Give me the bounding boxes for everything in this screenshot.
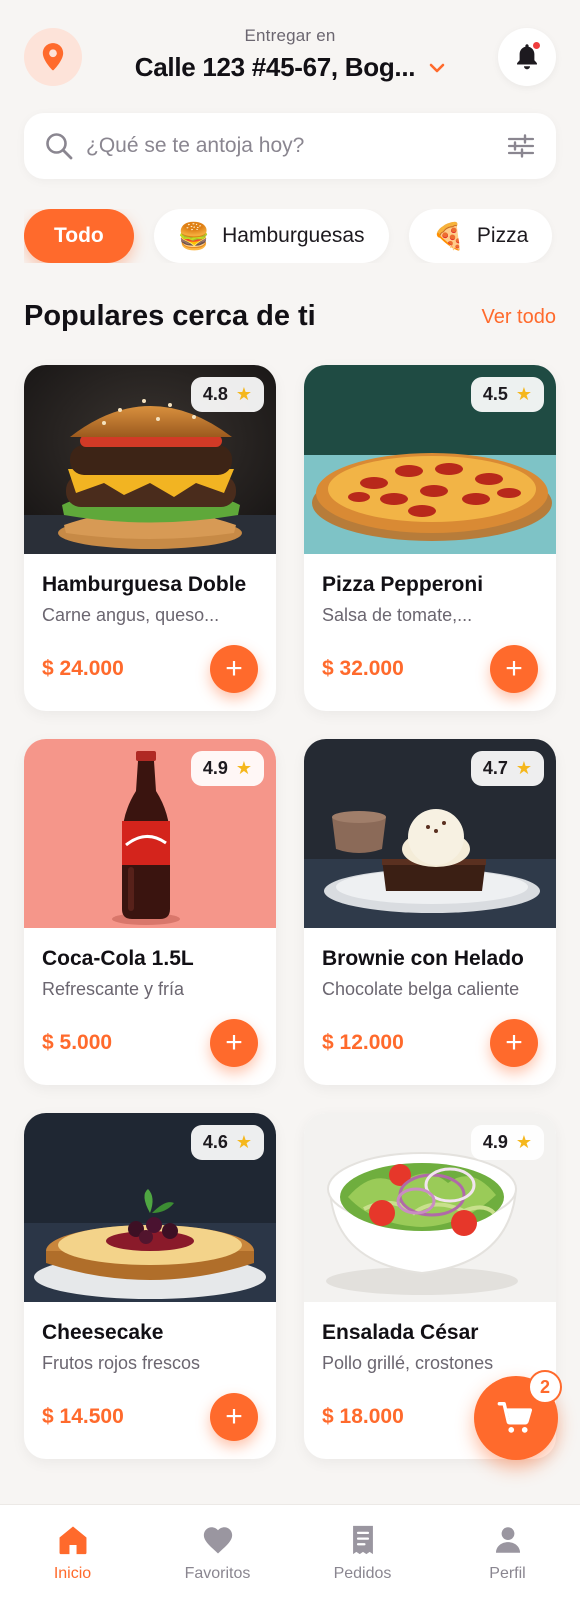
rating-badge: 4.5 ★ bbox=[470, 377, 544, 412]
add-to-cart-button[interactable]: + bbox=[210, 1019, 258, 1067]
nav-label: Pedidos bbox=[333, 1564, 392, 1582]
filter-sliders-icon[interactable] bbox=[506, 131, 536, 161]
star-icon: ★ bbox=[235, 384, 252, 404]
rating-badge: 4.9 ★ bbox=[470, 1125, 544, 1160]
deliver-label: Entregar en bbox=[244, 26, 336, 45]
cart-count-badge: 2 bbox=[528, 1370, 562, 1404]
star-icon: ★ bbox=[235, 1132, 252, 1152]
product-price: $ 32.000 bbox=[322, 657, 404, 680]
product-price: $ 5.000 bbox=[42, 1031, 113, 1054]
nav-item-favoritos[interactable]: Favoritos bbox=[163, 1523, 273, 1583]
product-description: Salsa de tomate,... bbox=[322, 605, 473, 625]
product-card[interactable]: 4.8 ★ Hamburguesa Doble Carne angus, que… bbox=[24, 365, 276, 711]
add-to-cart-button[interactable]: + bbox=[210, 1393, 258, 1441]
nav-label: Inicio bbox=[53, 1564, 92, 1582]
product-card[interactable]: 4.6 ★ Cheesecake Frutos rojos frescos $ … bbox=[24, 1113, 276, 1459]
product-price: $ 18.000 bbox=[322, 1405, 404, 1428]
notifications-button[interactable] bbox=[498, 28, 556, 86]
category-chip-pizza[interactable]: 🍕 Pizza bbox=[408, 209, 553, 263]
rating-value: 4.8 bbox=[202, 384, 228, 404]
star-icon: ★ bbox=[515, 1132, 532, 1152]
category-label: Todo bbox=[54, 224, 104, 247]
product-image-salad: 4.9 ★ bbox=[304, 1113, 556, 1302]
add-to-cart-button[interactable]: + bbox=[490, 645, 538, 693]
nav-item-inicio[interactable]: Inicio bbox=[18, 1523, 128, 1583]
product-price: $ 14.500 bbox=[42, 1405, 124, 1428]
product-image-burger: 4.8 ★ bbox=[24, 365, 276, 554]
receipt-icon bbox=[352, 1525, 373, 1554]
rating-value: 4.6 bbox=[202, 1132, 228, 1152]
person-icon bbox=[495, 1526, 520, 1553]
pizza-icon: 🍕 bbox=[432, 220, 465, 251]
see-all-link[interactable]: Ver todo bbox=[481, 306, 556, 329]
home-icon bbox=[59, 1526, 86, 1554]
nav-item-pedidos[interactable]: Pedidos bbox=[308, 1523, 418, 1583]
burger-icon: 🍔 bbox=[177, 220, 211, 251]
category-chips: Todo 🍔 Hamburguesas 🍕 Pizza bbox=[24, 209, 580, 263]
add-to-cart-button[interactable]: + bbox=[490, 1019, 538, 1067]
product-name: Ensalada César bbox=[322, 1321, 479, 1344]
add-to-cart-button[interactable]: + bbox=[210, 645, 258, 693]
product-grid: 4.8 ★ Hamburguesa Doble Carne angus, que… bbox=[24, 365, 556, 1459]
cart-icon bbox=[497, 1402, 532, 1433]
category-label: Hamburguesas bbox=[222, 224, 365, 247]
nav-label: Favoritos bbox=[184, 1564, 251, 1582]
star-icon: ★ bbox=[515, 758, 532, 778]
notification-dot bbox=[532, 41, 541, 50]
product-name: Brownie con Helado bbox=[322, 947, 524, 970]
product-name: Coca-Cola 1.5L bbox=[42, 947, 194, 970]
heart-icon bbox=[203, 1526, 232, 1553]
product-description: Pollo grillé, crostones bbox=[322, 1353, 494, 1373]
product-description: Refrescante y fría bbox=[42, 979, 185, 999]
location-pin-icon bbox=[42, 43, 64, 71]
rating-value: 4.7 bbox=[482, 758, 508, 778]
rating-badge: 4.8 ★ bbox=[190, 377, 264, 412]
product-price: $ 12.000 bbox=[322, 1031, 404, 1054]
nav-item-perfil[interactable]: Perfil bbox=[453, 1523, 563, 1583]
product-image-pizza: 4.5 ★ bbox=[304, 365, 556, 554]
product-image-cola: 4.9 ★ bbox=[24, 739, 276, 928]
rating-value: 4.9 bbox=[202, 758, 228, 778]
product-description: Carne angus, queso... bbox=[42, 605, 220, 625]
rating-value: 4.9 bbox=[482, 1132, 508, 1152]
category-chip-todo[interactable]: Todo bbox=[24, 209, 134, 263]
delivery-address: Calle 123 #45-67, Bog... bbox=[134, 52, 416, 82]
star-icon: ★ bbox=[235, 758, 252, 778]
location-button[interactable] bbox=[24, 28, 82, 86]
search-bar bbox=[24, 113, 556, 179]
rating-badge: 4.7 ★ bbox=[470, 751, 544, 786]
product-description: Frutos rojos frescos bbox=[42, 1353, 201, 1373]
bottom-navigation: Inicio Favoritos Pedidos Perfil bbox=[0, 1504, 580, 1600]
product-name: Cheesecake bbox=[42, 1321, 164, 1344]
product-name: Hamburguesa Doble bbox=[42, 573, 247, 596]
rating-badge: 4.6 ★ bbox=[190, 1125, 264, 1160]
product-card[interactable]: 4.7 ★ Brownie con Helado Chocolate belga… bbox=[304, 739, 556, 1085]
category-chip-hamburguesas[interactable]: 🍔 Hamburguesas bbox=[153, 209, 389, 263]
product-price: $ 24.000 bbox=[42, 657, 124, 680]
nav-label: Perfil bbox=[489, 1564, 526, 1582]
section-title: Populares cerca de ti bbox=[24, 300, 316, 332]
product-card[interactable]: 4.9 ★ Coca-Cola 1.5L Refrescante y fría … bbox=[24, 739, 276, 1085]
rating-value: 4.5 bbox=[482, 384, 508, 404]
chevron-down-icon bbox=[429, 63, 445, 72]
search-input[interactable] bbox=[86, 134, 506, 158]
search-icon bbox=[46, 133, 73, 160]
header: Entregar en Calle 123 #45-67, Bog... bbox=[24, 26, 556, 86]
delivery-address-selector[interactable]: Entregar en Calle 123 #45-67, Bog... bbox=[104, 26, 476, 83]
category-label: Pizza bbox=[476, 224, 529, 247]
product-image-cheesecake: 4.6 ★ bbox=[24, 1113, 276, 1302]
product-description: Chocolate belga caliente bbox=[322, 979, 520, 999]
star-icon: ★ bbox=[515, 384, 532, 404]
product-image-brownie: 4.7 ★ bbox=[304, 739, 556, 928]
rating-badge: 4.9 ★ bbox=[190, 751, 264, 786]
product-card[interactable]: 4.5 ★ Pizza Pepperoni Salsa de tomate,..… bbox=[304, 365, 556, 711]
product-name: Pizza Pepperoni bbox=[322, 573, 484, 596]
